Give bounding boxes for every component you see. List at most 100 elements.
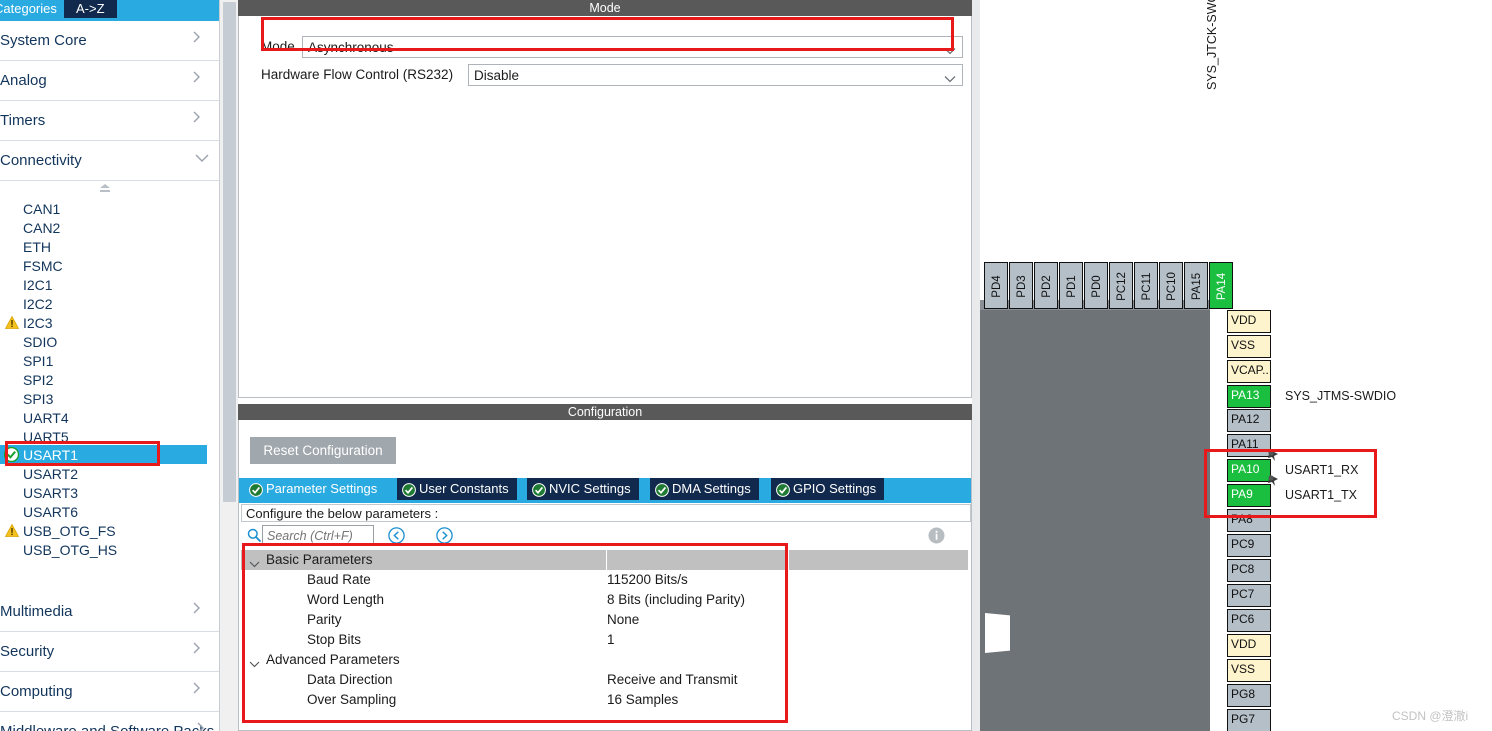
sidebar-item-uart4[interactable]: UART4 bbox=[0, 408, 207, 427]
sidebar-item-usart6[interactable]: USART6 bbox=[0, 502, 207, 521]
search-previous-button[interactable] bbox=[388, 527, 405, 544]
peripheral-label: I2C2 bbox=[23, 296, 53, 312]
tab-parameter-settings[interactable]: Parameter Settings bbox=[244, 478, 386, 500]
sidebar-item-spi1[interactable]: SPI1 bbox=[0, 351, 207, 370]
sidebar-category-middleware[interactable]: Middleware and Software Packs bbox=[0, 712, 219, 731]
reset-configuration-button[interactable]: Reset Configuration bbox=[250, 437, 396, 464]
peripheral-label: USB_OTG_HS bbox=[23, 542, 118, 558]
pin-pa14[interactable]: PA14 bbox=[1209, 262, 1233, 309]
sidebar-item-eth[interactable]: ETH bbox=[0, 237, 207, 256]
pin-vdd-2[interactable]: VDD bbox=[1227, 634, 1271, 657]
peripheral-list-scroll-up-icon[interactable] bbox=[98, 183, 112, 195]
sidebar-item-sdio[interactable]: SDIO bbox=[0, 332, 207, 351]
peripheral-label: FSMC bbox=[23, 258, 63, 274]
pin-pa15[interactable]: PA15 bbox=[1184, 262, 1208, 309]
param-value: Receive and Transmit bbox=[607, 672, 738, 687]
mode-dropdown[interactable]: Asynchronous bbox=[302, 36, 963, 58]
pin-vss-2[interactable]: VSS bbox=[1227, 659, 1271, 682]
mode-panel-title: Mode bbox=[238, 0, 972, 16]
sidebar-item-i2c1[interactable]: I2C1 bbox=[0, 275, 207, 294]
warning-triangle-icon bbox=[4, 315, 20, 329]
pin-pc12[interactable]: PC12 bbox=[1109, 262, 1133, 309]
pin-pd2[interactable]: PD2 bbox=[1034, 262, 1058, 309]
pin-pa10[interactable]: PA10 bbox=[1227, 459, 1271, 482]
pin-pc10[interactable]: PC10 bbox=[1159, 262, 1183, 309]
sidebar-category-security[interactable]: Security bbox=[0, 632, 219, 672]
sidebar-category-computing[interactable]: Computing bbox=[0, 672, 219, 712]
peripheral-label: USART1 bbox=[23, 447, 78, 463]
search-input[interactable] bbox=[262, 525, 374, 546]
sidebar-scrollbar-thumb[interactable] bbox=[223, 2, 236, 502]
pin-pc8[interactable]: PC8 bbox=[1227, 559, 1271, 582]
tab-categories[interactable]: Categories bbox=[0, 0, 67, 18]
pinout-view: SYS_JTCK-SWCLK PD4 PD3 PD2 PD1 PD0 PC12 … bbox=[980, 0, 1492, 731]
sidebar-item-can1[interactable]: CAN1 bbox=[0, 199, 207, 218]
pin-pa11[interactable]: PA11 bbox=[1227, 434, 1271, 457]
sidebar-item-spi2[interactable]: SPI2 bbox=[0, 370, 207, 389]
pin-vdd-1[interactable]: VDD bbox=[1227, 310, 1271, 333]
sidebar-item-spi3[interactable]: SPI3 bbox=[0, 389, 207, 408]
pin-label: PA15 bbox=[1191, 272, 1203, 301]
pin-pa12[interactable]: PA12 bbox=[1227, 409, 1271, 432]
sidebar-category-timers[interactable]: Timers bbox=[0, 101, 219, 141]
sidebar-item-usb-otg-fs[interactable]: USB_OTG_FS bbox=[0, 521, 207, 540]
group-row-basic-parameters[interactable]: Basic Parameters bbox=[241, 550, 968, 570]
param-name: Parity bbox=[307, 612, 342, 627]
sidebar-item-can2[interactable]: CAN2 bbox=[0, 218, 207, 237]
param-name: Word Length bbox=[307, 592, 385, 607]
pin-pd4[interactable]: PD4 bbox=[984, 262, 1008, 309]
pin-pa9[interactable]: PA9 bbox=[1227, 484, 1271, 507]
pin-pa13[interactable]: PA13 bbox=[1227, 385, 1271, 408]
pin-pc7[interactable]: PC7 bbox=[1227, 584, 1271, 607]
sidebar-category-system-core[interactable]: System Core bbox=[0, 21, 219, 61]
tab-nvic-settings[interactable]: NVIC Settings bbox=[527, 478, 639, 500]
pin-pg8[interactable]: PG8 bbox=[1227, 684, 1271, 707]
pin-vcap[interactable]: VCAP.. bbox=[1227, 360, 1271, 383]
sidebar-scrollbar[interactable] bbox=[219, 0, 238, 731]
tab-a-to-z[interactable]: A->Z bbox=[64, 0, 117, 18]
table-row[interactable]: Over Sampling 16 Samples bbox=[241, 690, 968, 710]
pin-pa8[interactable]: PA8 bbox=[1227, 509, 1271, 532]
group-label: Advanced Parameters bbox=[266, 652, 400, 667]
pin-label: PC9 bbox=[1231, 537, 1255, 551]
tab-gpio-settings[interactable]: GPIO Settings bbox=[771, 478, 885, 500]
sidebar-item-usart3[interactable]: USART3 bbox=[0, 483, 207, 502]
sidebar-category-analog[interactable]: Analog bbox=[0, 61, 219, 101]
chevron-down-icon bbox=[249, 556, 260, 568]
pin-pd3[interactable]: PD3 bbox=[1009, 262, 1033, 309]
table-row[interactable]: Stop Bits 1 bbox=[241, 630, 968, 650]
tab-dma-settings[interactable]: DMA Settings bbox=[650, 478, 759, 500]
sidebar-item-i2c3[interactable]: I2C3 bbox=[0, 313, 207, 332]
table-row[interactable]: Word Length 8 Bits (including Parity) bbox=[241, 590, 968, 610]
group-row-advanced-parameters[interactable]: Advanced Parameters bbox=[241, 650, 968, 670]
sidebar-item-fsmc[interactable]: FSMC bbox=[0, 256, 207, 275]
pin-pd1[interactable]: PD1 bbox=[1059, 262, 1083, 309]
sidebar-item-usart1[interactable]: USART1 bbox=[0, 445, 207, 464]
hardware-flow-control-dropdown[interactable]: Disable bbox=[468, 64, 963, 86]
check-circle-icon bbox=[532, 482, 546, 497]
configuration-scrollbar[interactable] bbox=[972, 0, 980, 731]
table-row[interactable]: Parity None bbox=[241, 610, 968, 630]
table-row[interactable]: Data Direction Receive and Transmit bbox=[241, 670, 968, 690]
tab-user-constants[interactable]: User Constants bbox=[397, 478, 517, 500]
pin-pg7[interactable]: PG7 bbox=[1227, 709, 1271, 731]
sidebar-item-usart2[interactable]: USART2 bbox=[0, 464, 207, 483]
chevron-right-icon bbox=[191, 111, 203, 123]
pin-pc11[interactable]: PC11 bbox=[1134, 262, 1158, 309]
sidebar-category-label: Timers bbox=[0, 112, 46, 129]
column-divider bbox=[606, 550, 607, 570]
info-icon[interactable] bbox=[928, 527, 945, 544]
mode-panel: Mode Asynchronous Hardware Flow Control … bbox=[238, 16, 972, 398]
search-next-button[interactable] bbox=[436, 527, 453, 544]
sidebar-item-i2c2[interactable]: I2C2 bbox=[0, 294, 207, 313]
sidebar-item-uart5[interactable]: UART5 bbox=[0, 427, 207, 446]
pin-label: VDD bbox=[1231, 313, 1257, 327]
sidebar-item-usb-otg-hs[interactable]: USB_OTG_HS bbox=[0, 540, 207, 559]
pin-pc6[interactable]: PC6 bbox=[1227, 609, 1271, 632]
sidebar-category-multimedia[interactable]: Multimedia bbox=[0, 592, 219, 632]
pin-pc9[interactable]: PC9 bbox=[1227, 534, 1271, 557]
pin-vss-1[interactable]: VSS bbox=[1227, 335, 1271, 358]
pin-pd0[interactable]: PD0 bbox=[1084, 262, 1108, 309]
table-row[interactable]: Baud Rate 115200 Bits/s bbox=[241, 570, 968, 590]
sidebar-category-connectivity[interactable]: Connectivity bbox=[0, 141, 219, 181]
